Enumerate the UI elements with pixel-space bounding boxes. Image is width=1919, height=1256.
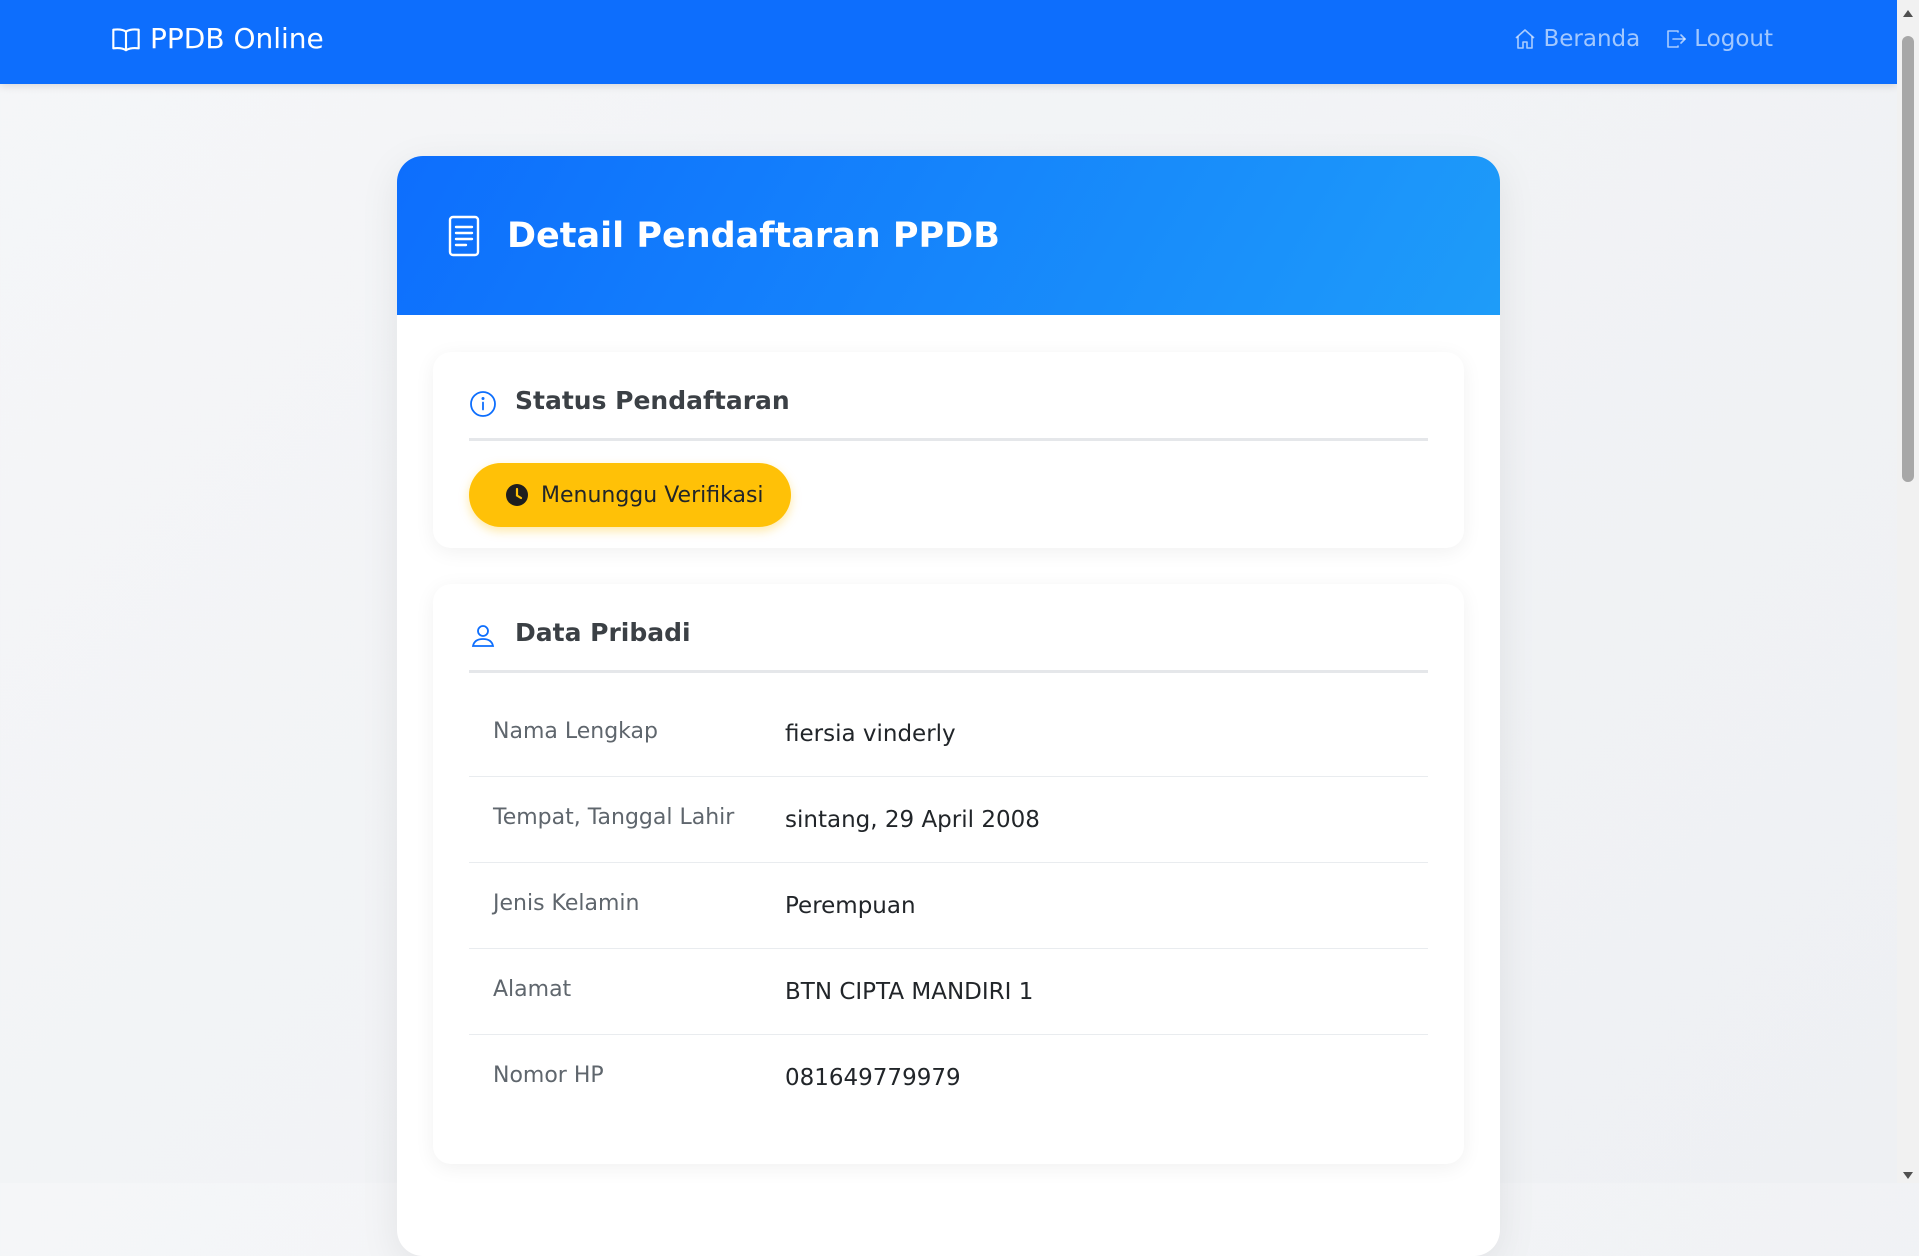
table-row: Jenis Kelamin Perempuan — [469, 863, 1428, 949]
table-row: Nomor HP 081649779979 — [469, 1035, 1428, 1120]
home-icon — [1515, 29, 1536, 49]
info-icon — [470, 391, 496, 417]
table-row: Tempat, Tanggal Lahir sintang, 29 April … — [469, 777, 1428, 863]
field-label: Nama Lengkap — [493, 719, 658, 744]
field-value: 081649779979 — [785, 1064, 961, 1091]
book-icon — [112, 27, 140, 51]
section-heading: Status Pendaftaran — [469, 386, 1428, 441]
scroll-down-arrow[interactable] — [1903, 1172, 1913, 1179]
scroll-up-arrow[interactable] — [1903, 10, 1913, 17]
table-row: Alamat BTN CIPTA MANDIRI 1 — [469, 949, 1428, 1035]
nav-link-beranda[interactable]: Beranda — [1513, 26, 1640, 52]
field-label: Tempat, Tanggal Lahir — [493, 805, 735, 830]
logout-icon — [1667, 30, 1687, 48]
card-header: Detail Pendaftaran PPDB — [397, 156, 1500, 315]
user-icon — [471, 625, 495, 647]
section-heading: Data Pribadi — [469, 618, 1428, 673]
field-value: fiersia vinderly — [785, 720, 956, 747]
section-title: Status Pendaftaran — [515, 386, 790, 415]
field-label: Nomor HP — [493, 1063, 604, 1088]
document-icon — [448, 215, 480, 256]
page-scrollbar[interactable] — [1897, 0, 1919, 1183]
top-navbar: PPDB Online Beranda Logout — [0, 0, 1897, 84]
nav-link-logout[interactable]: Logout — [1664, 26, 1773, 52]
status-badge-label: Menunggu Verifikasi — [541, 482, 764, 508]
brand-link[interactable]: PPDB Online — [110, 22, 324, 55]
status-badge: Menunggu Verifikasi — [469, 463, 791, 527]
brand-label: PPDB Online — [150, 22, 324, 55]
table-row: Nama Lengkap fiersia vinderly — [469, 691, 1428, 777]
personal-data-table: Nama Lengkap fiersia vinderly Tempat, Ta… — [469, 691, 1428, 1120]
registration-detail-card: Detail Pendaftaran PPDB Status Pendaftar… — [397, 156, 1500, 1256]
scrollbar-thumb[interactable] — [1902, 36, 1914, 482]
section-title: Data Pribadi — [515, 618, 691, 647]
nav-link-label: Beranda — [1543, 26, 1641, 52]
field-value: Perempuan — [785, 892, 916, 919]
nav-link-label: Logout — [1694, 26, 1773, 52]
nav-links: Beranda Logout — [1513, 26, 1773, 52]
status-section: Status Pendaftaran Menunggu Verifikasi — [433, 352, 1464, 548]
clock-icon — [506, 484, 528, 506]
page-title: Detail Pendaftaran PPDB — [507, 215, 1000, 256]
field-label: Alamat — [493, 977, 572, 1002]
field-value: sintang, 29 April 2008 — [785, 806, 1040, 833]
field-label: Jenis Kelamin — [493, 891, 640, 916]
field-value: BTN CIPTA MANDIRI 1 — [785, 978, 1034, 1005]
personal-data-section: Data Pribadi Nama Lengkap fiersia vinder… — [433, 584, 1464, 1164]
